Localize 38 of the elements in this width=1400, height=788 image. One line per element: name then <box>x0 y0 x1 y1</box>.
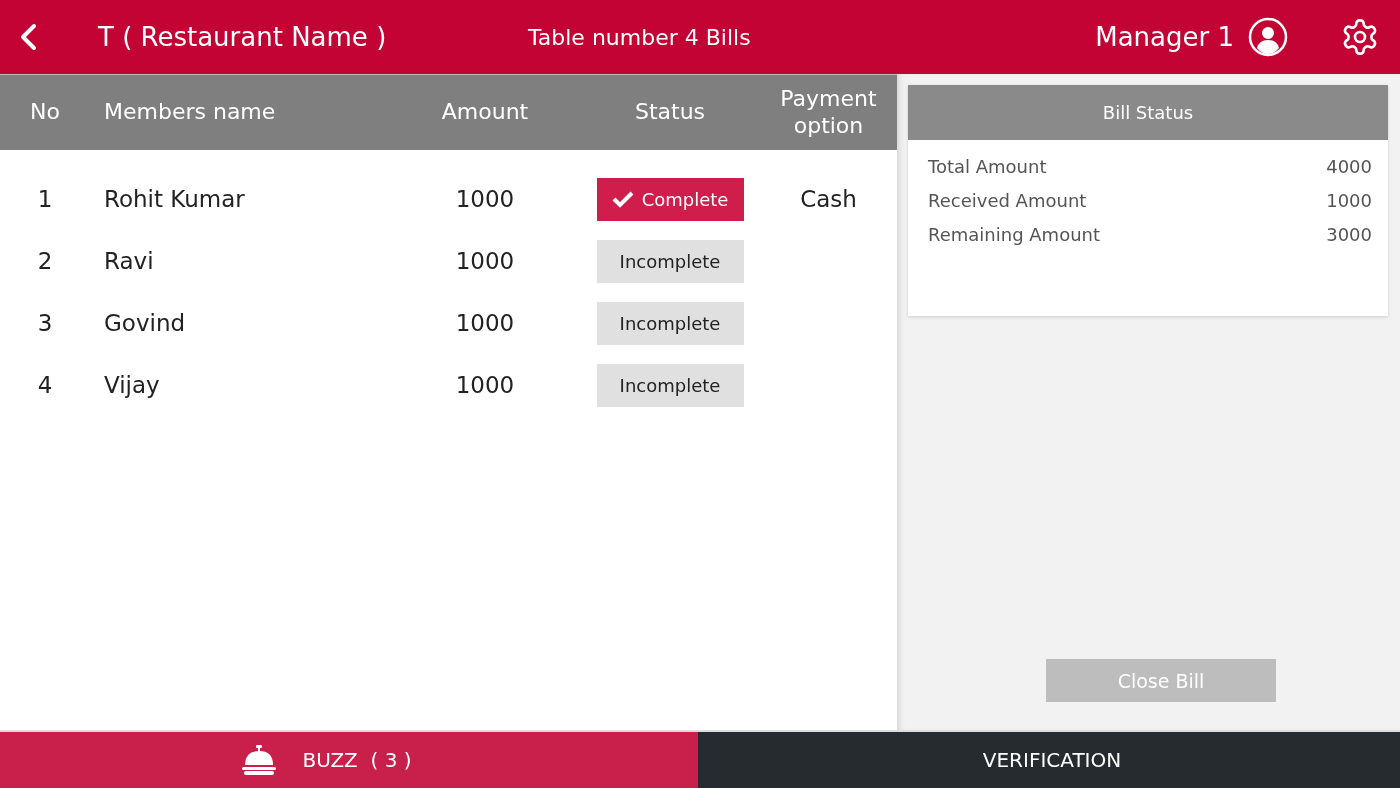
column-header: Members name <box>103 99 277 126</box>
table-cell-text: Vijay <box>103 372 161 398</box>
status-button[interactable]: Complete <box>596 177 744 221</box>
amount-label: Total Amount <box>928 156 1047 177</box>
table-cell-text: Ravi <box>103 248 155 274</box>
column-header: Amount <box>440 99 530 126</box>
table-cell-text: 4 <box>36 372 54 398</box>
column-header: Payment option <box>779 86 878 139</box>
verification-button[interactable]: VERIFICATION <box>698 732 1400 788</box>
page-title: Table number 4 Bills <box>528 24 752 50</box>
status-button[interactable]: Incomplete <box>596 239 744 283</box>
table-cell-text: 1000 <box>454 248 516 274</box>
amount-value: 3000 <box>1326 224 1372 245</box>
user-icon[interactable] <box>1248 17 1288 57</box>
buzz-button[interactable]: BUZZ ( 3 ) <box>0 732 698 788</box>
table-cell-text: 3 <box>36 310 54 336</box>
chevron-left-icon <box>19 23 37 51</box>
table-cell-text: 1000 <box>454 310 516 336</box>
check-icon <box>611 190 634 208</box>
table-cell-text: 1000 <box>454 372 516 398</box>
card-title: Bill Status <box>908 85 1388 140</box>
amount-value: 1000 <box>1326 190 1372 211</box>
column-header: No <box>29 99 61 126</box>
status-button[interactable]: Incomplete <box>596 363 744 407</box>
amount-label: Remaining Amount <box>928 224 1101 245</box>
table-cell-text: 2 <box>36 248 54 274</box>
table-cell-text: Rohit Kumar <box>103 186 246 212</box>
restaurant-name: T ( Restaurant Name ) <box>98 22 388 52</box>
table-cell-text: 1 <box>36 186 54 212</box>
status-button[interactable]: Incomplete <box>596 301 744 345</box>
table-cell-text: Govind <box>103 310 187 336</box>
amount-value: 4000 <box>1326 156 1372 177</box>
user-name: Manager 1 <box>1095 22 1234 52</box>
column-header: Status <box>633 99 707 126</box>
table-cell-text: Cash <box>799 186 858 212</box>
bell-icon <box>242 745 277 775</box>
table-cell-text: 1000 <box>454 186 516 212</box>
amount-label: Received Amount <box>928 190 1087 211</box>
